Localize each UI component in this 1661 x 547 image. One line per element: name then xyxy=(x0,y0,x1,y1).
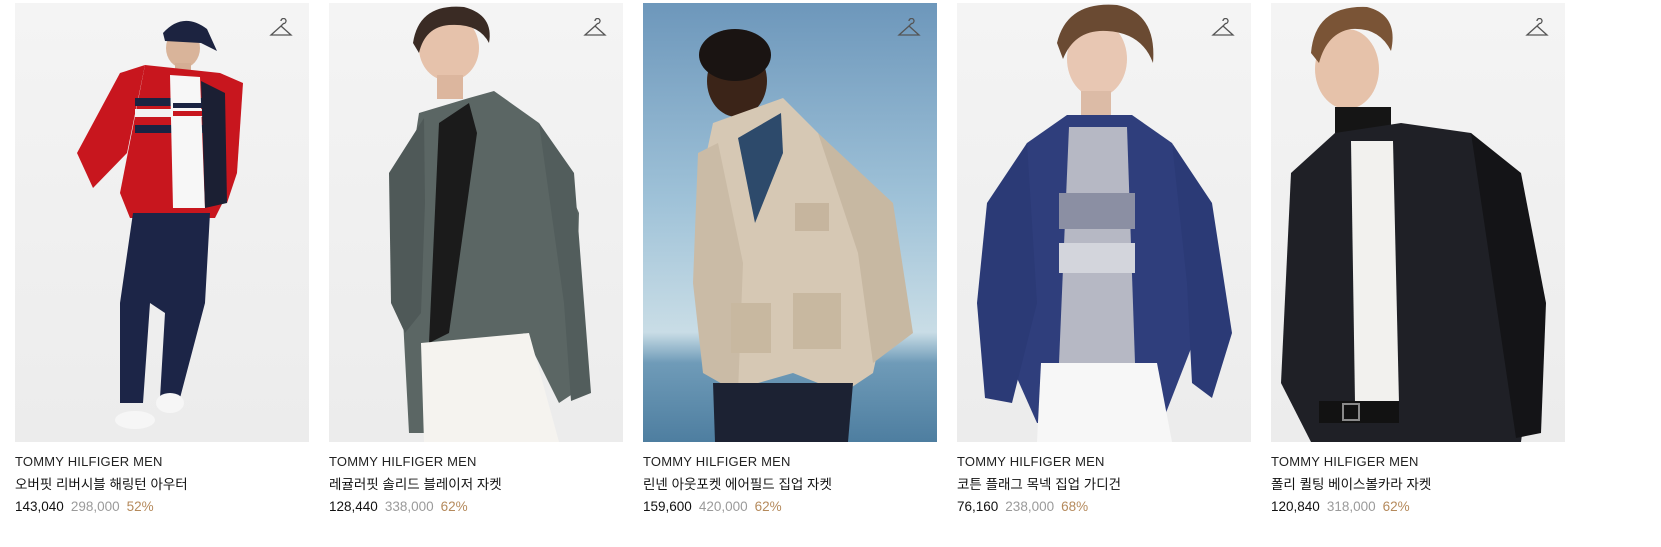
product-name[interactable]: 코튼 플래그 목넥 집업 가디건 xyxy=(957,475,1251,494)
discount-rate: 68% xyxy=(1061,499,1089,514)
product-card[interactable]: TOMMY HILFIGER MEN 코튼 플래그 목넥 집업 가디건 76,1… xyxy=(957,3,1251,516)
hanger-icon[interactable] xyxy=(1211,18,1235,40)
sale-price: 143,040 xyxy=(15,499,64,514)
product-image[interactable] xyxy=(15,3,309,442)
price-row: 128,440 338,000 62% xyxy=(329,497,623,516)
product-grid: TOMMY HILFIGER MEN 오버핏 리버시블 해링턴 아우터 143,… xyxy=(0,0,1661,547)
product-card[interactable]: TOMMY HILFIGER MEN 폴리 퀼팅 베이스볼카라 자켓 120,8… xyxy=(1271,3,1565,516)
price-row: 143,040 298,000 52% xyxy=(15,497,309,516)
product-name[interactable]: 레귤러핏 솔리드 블레이저 자켓 xyxy=(329,475,623,494)
hanger-icon[interactable] xyxy=(1525,18,1549,40)
product-brand[interactable]: TOMMY HILFIGER MEN xyxy=(329,453,623,471)
model-photo xyxy=(693,29,913,442)
product-brand[interactable]: TOMMY HILFIGER MEN xyxy=(643,453,937,471)
hanger-icon[interactable] xyxy=(269,18,293,40)
product-image[interactable] xyxy=(329,3,623,442)
product-image[interactable] xyxy=(643,3,937,442)
model-photo xyxy=(977,4,1232,442)
discount-rate: 62% xyxy=(440,499,468,514)
product-card[interactable]: TOMMY HILFIGER MEN 레귤러핏 솔리드 블레이저 자켓 128,… xyxy=(329,3,623,516)
model-photo xyxy=(389,6,591,442)
price-row: 76,160 238,000 68% xyxy=(957,497,1251,516)
discount-rate: 62% xyxy=(1382,499,1410,514)
model-photo xyxy=(1281,6,1546,442)
product-card[interactable]: TOMMY HILFIGER MEN 린넨 아웃포켓 에어필드 집업 자켓 15… xyxy=(643,3,937,516)
hanger-icon[interactable] xyxy=(583,18,607,40)
original-price: 318,000 xyxy=(1326,499,1376,514)
original-price: 420,000 xyxy=(698,499,748,514)
price-row: 120,840 318,000 62% xyxy=(1271,497,1565,516)
hanger-icon[interactable] xyxy=(897,18,921,40)
product-brand[interactable]: TOMMY HILFIGER MEN xyxy=(1271,453,1565,471)
model-photo xyxy=(77,20,243,429)
original-price: 338,000 xyxy=(384,499,434,514)
discount-rate: 62% xyxy=(754,499,782,514)
product-brand[interactable]: TOMMY HILFIGER MEN xyxy=(957,453,1251,471)
product-image[interactable] xyxy=(1271,3,1565,442)
product-brand[interactable]: TOMMY HILFIGER MEN xyxy=(15,453,309,471)
product-name[interactable]: 린넨 아웃포켓 에어필드 집업 자켓 xyxy=(643,475,937,494)
original-price: 298,000 xyxy=(70,499,120,514)
sale-price: 159,600 xyxy=(643,499,692,514)
product-name[interactable]: 오버핏 리버시블 해링턴 아우터 xyxy=(15,475,309,494)
discount-rate: 52% xyxy=(126,499,154,514)
product-card[interactable]: TOMMY HILFIGER MEN 오버핏 리버시블 해링턴 아우터 143,… xyxy=(15,3,309,516)
product-name[interactable]: 폴리 퀼팅 베이스볼카라 자켓 xyxy=(1271,475,1565,494)
sale-price: 76,160 xyxy=(957,499,999,514)
sale-price: 128,440 xyxy=(329,499,378,514)
product-image[interactable] xyxy=(957,3,1251,442)
sale-price: 120,840 xyxy=(1271,499,1320,514)
original-price: 238,000 xyxy=(1005,499,1055,514)
price-row: 159,600 420,000 62% xyxy=(643,497,937,516)
